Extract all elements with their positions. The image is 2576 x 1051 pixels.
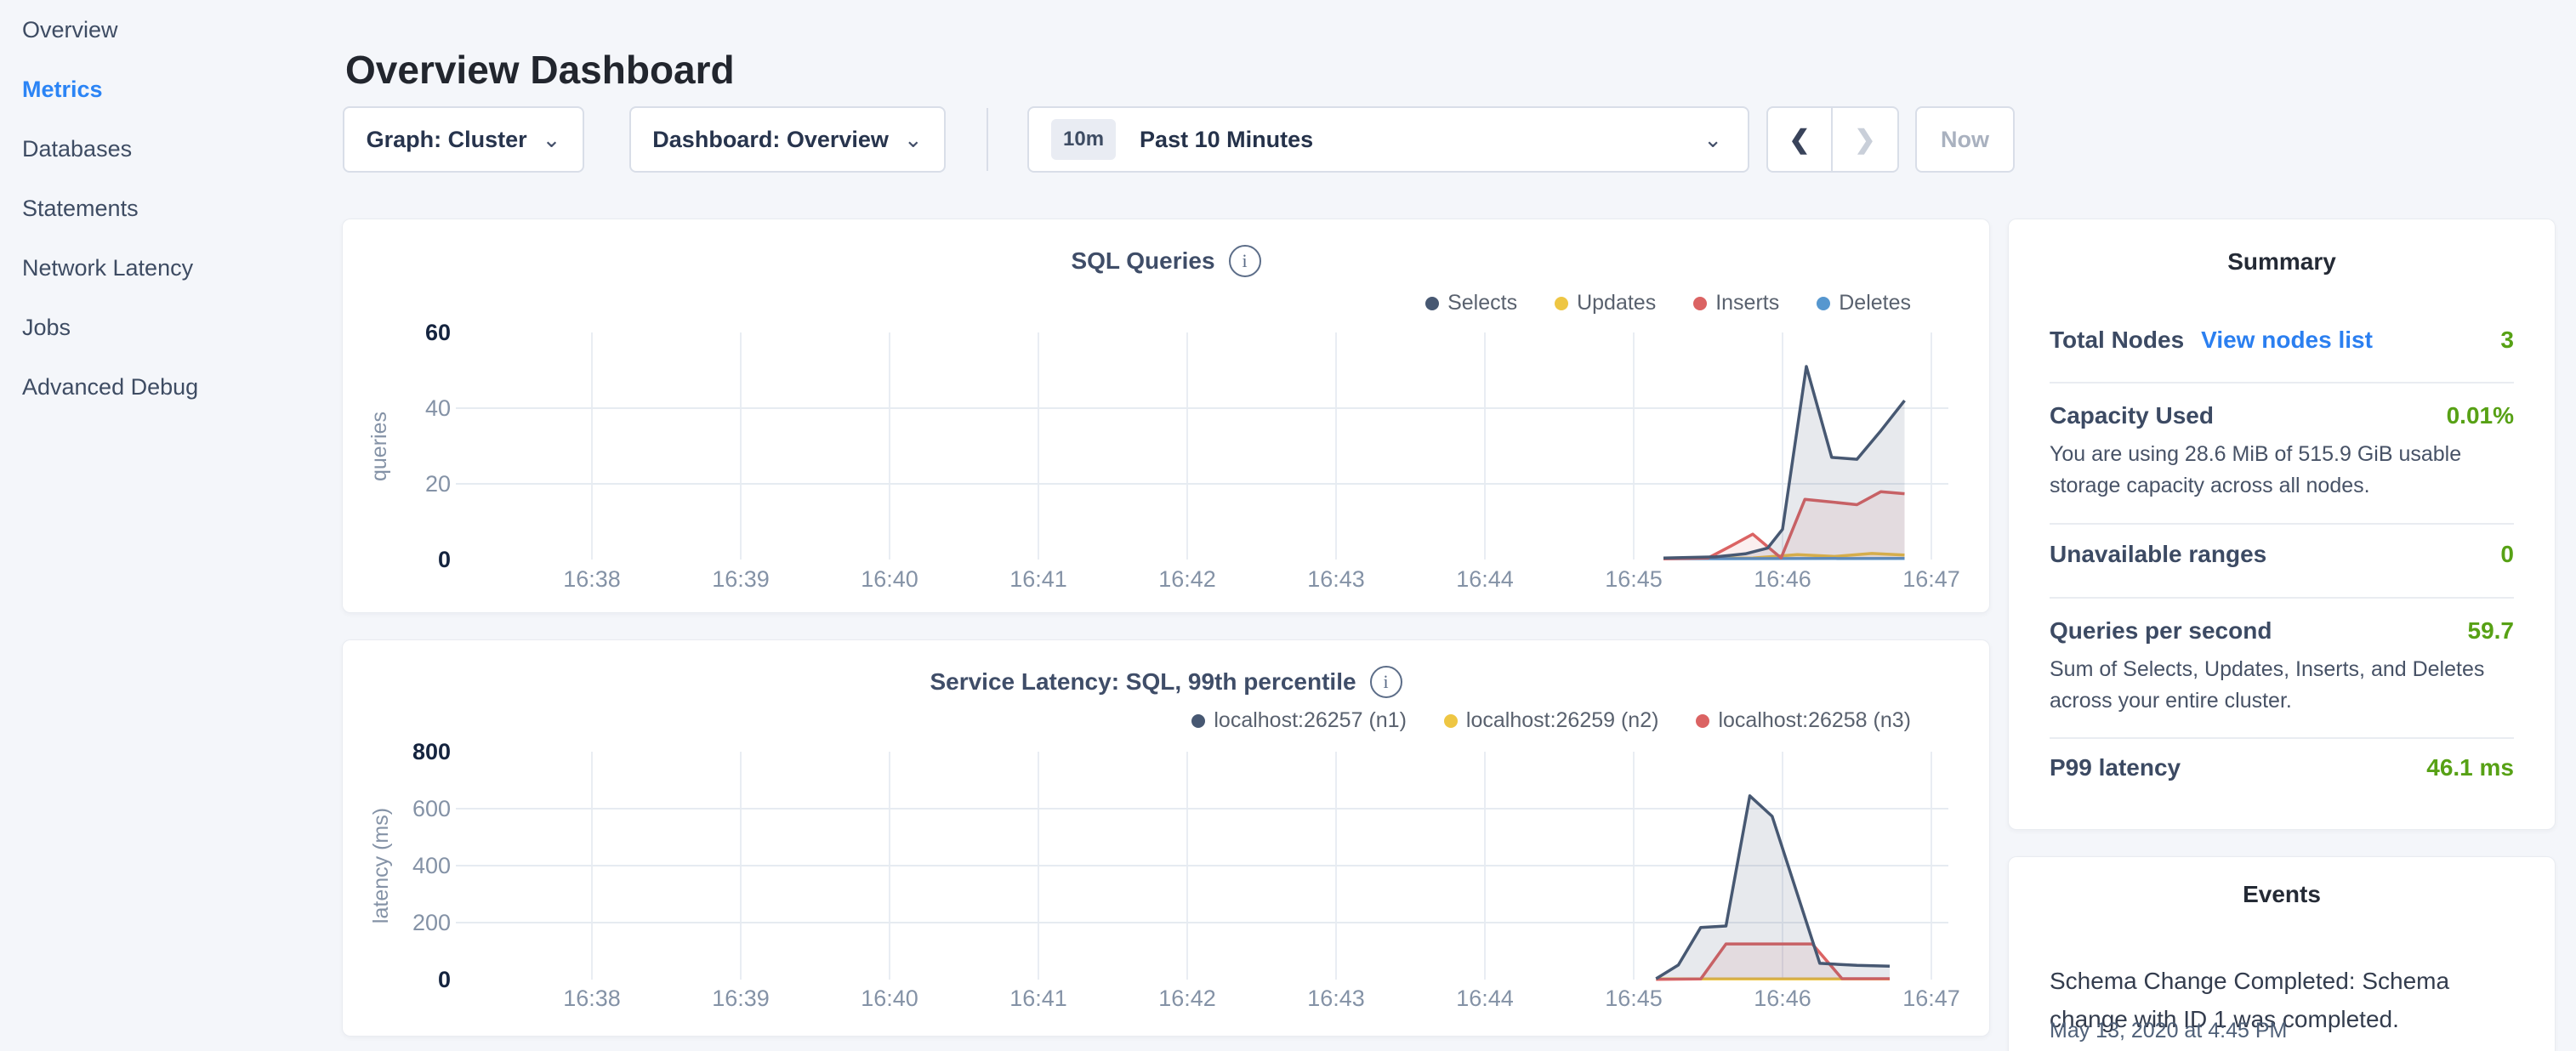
time-range-selector[interactable]: 10m Past 10 Minutes ⌄ [1027, 106, 1749, 173]
chart-canvas[interactable] [343, 640, 1991, 1036]
now-button-label: Now [1941, 127, 1989, 153]
time-step-forward-button[interactable]: ❯ [1833, 108, 1897, 171]
sidebar-item-databases[interactable]: Databases [0, 119, 323, 179]
sidebar-item-statements[interactable]: Statements [0, 179, 323, 238]
summary-label: Unavailable ranges [2050, 541, 2266, 568]
summary-value: 3 [2500, 327, 2514, 354]
db-console-page: Overview Metrics Databases Statements Ne… [0, 0, 2576, 1051]
events-panel: Events Schema Change Completed: Schema c… [2008, 856, 2556, 1051]
summary-row-total-nodes: Total Nodes View nodes list 3 [2050, 327, 2514, 354]
graph-dropdown[interactable]: Graph: Cluster ⌄ [343, 106, 584, 173]
chevron-down-icon: ⌄ [904, 128, 923, 151]
summary-label: Queries per second [2050, 617, 2272, 645]
sidebar-item-metrics[interactable]: Metrics [0, 60, 323, 119]
summary-label: Total Nodes [2050, 327, 2184, 354]
time-step-back-button[interactable]: ❮ [1768, 108, 1833, 171]
summary-row-capacity-used: Capacity Used 0.01% [2050, 402, 2514, 429]
summary-row-queries-per-second: Queries per second 59.7 [2050, 617, 2514, 645]
chart-plot-area[interactable]: 16:3816:3916:4016:4116:4216:4316:4416:45… [343, 640, 1989, 1036]
y-axis-label: latency (ms) [367, 755, 395, 976]
summary-title: Summary [2009, 248, 2555, 276]
divider [2050, 523, 2514, 525]
sidebar: Overview Metrics Databases Statements Ne… [0, 0, 323, 1051]
y-axis-label: queries [366, 336, 393, 557]
chevron-left-icon: ❮ [1788, 125, 1810, 155]
page-title: Overview Dashboard [345, 47, 735, 93]
divider [2050, 597, 2514, 599]
dashboard-dropdown[interactable]: Dashboard: Overview ⌄ [629, 106, 946, 173]
summary-value: 0.01% [2447, 402, 2514, 429]
series-area-localhost:26257 (n1) [1656, 796, 1890, 980]
series-area-Selects [1663, 366, 1905, 560]
event-item-timestamp: May 13, 2020 at 4:45 PM [2050, 1019, 2517, 1043]
summary-description: Sum of Selects, Updates, Inserts, and De… [2050, 654, 2517, 717]
sidebar-item-overview[interactable]: Overview [0, 0, 323, 60]
summary-value: 46.1 ms [2426, 754, 2514, 781]
sql-queries-chart-card: SQL Queries i SelectsUpdatesInsertsDelet… [342, 219, 1990, 613]
dashboard-dropdown-label: Dashboard: Overview [652, 127, 889, 153]
graph-dropdown-label: Graph: Cluster [367, 127, 527, 153]
now-button[interactable]: Now [1915, 106, 2015, 173]
events-title: Events [2009, 881, 2555, 908]
view-nodes-list-link[interactable]: View nodes list [2201, 327, 2373, 354]
summary-label: P99 latency [2050, 754, 2181, 781]
divider [2050, 737, 2514, 739]
service-latency-chart-card: Service Latency: SQL, 99th percentile i … [342, 639, 1990, 1037]
chart-plot-area[interactable]: 16:3816:3916:4016:4116:4216:4316:4416:45… [343, 219, 1989, 612]
chart-canvas[interactable] [343, 219, 1991, 612]
chevron-down-icon: ⌄ [543, 128, 561, 151]
summary-value: 59.7 [2468, 617, 2515, 645]
summary-label: Capacity Used [2050, 402, 2214, 429]
chevron-down-icon: ⌄ [1703, 128, 1722, 151]
time-step-buttons: ❮ ❯ [1766, 106, 1899, 173]
chevron-right-icon: ❯ [1854, 125, 1875, 155]
controls-divider [987, 108, 988, 171]
divider [2050, 382, 2514, 383]
summary-row-unavailable-ranges: Unavailable ranges 0 [2050, 541, 2514, 568]
time-range-label: Past 10 Minutes [1140, 127, 1313, 153]
sidebar-item-advanced-debug[interactable]: Advanced Debug [0, 357, 323, 417]
sidebar-item-network-latency[interactable]: Network Latency [0, 238, 323, 298]
summary-description: You are using 28.6 MiB of 515.9 GiB usab… [2050, 439, 2517, 502]
summary-value: 0 [2500, 541, 2514, 568]
time-range-badge: 10m [1051, 119, 1116, 160]
summary-row-p99-latency: P99 latency 46.1 ms [2050, 754, 2514, 781]
sidebar-item-jobs[interactable]: Jobs [0, 298, 323, 357]
summary-panel: Summary Total Nodes View nodes list 3 Ca… [2008, 219, 2556, 830]
